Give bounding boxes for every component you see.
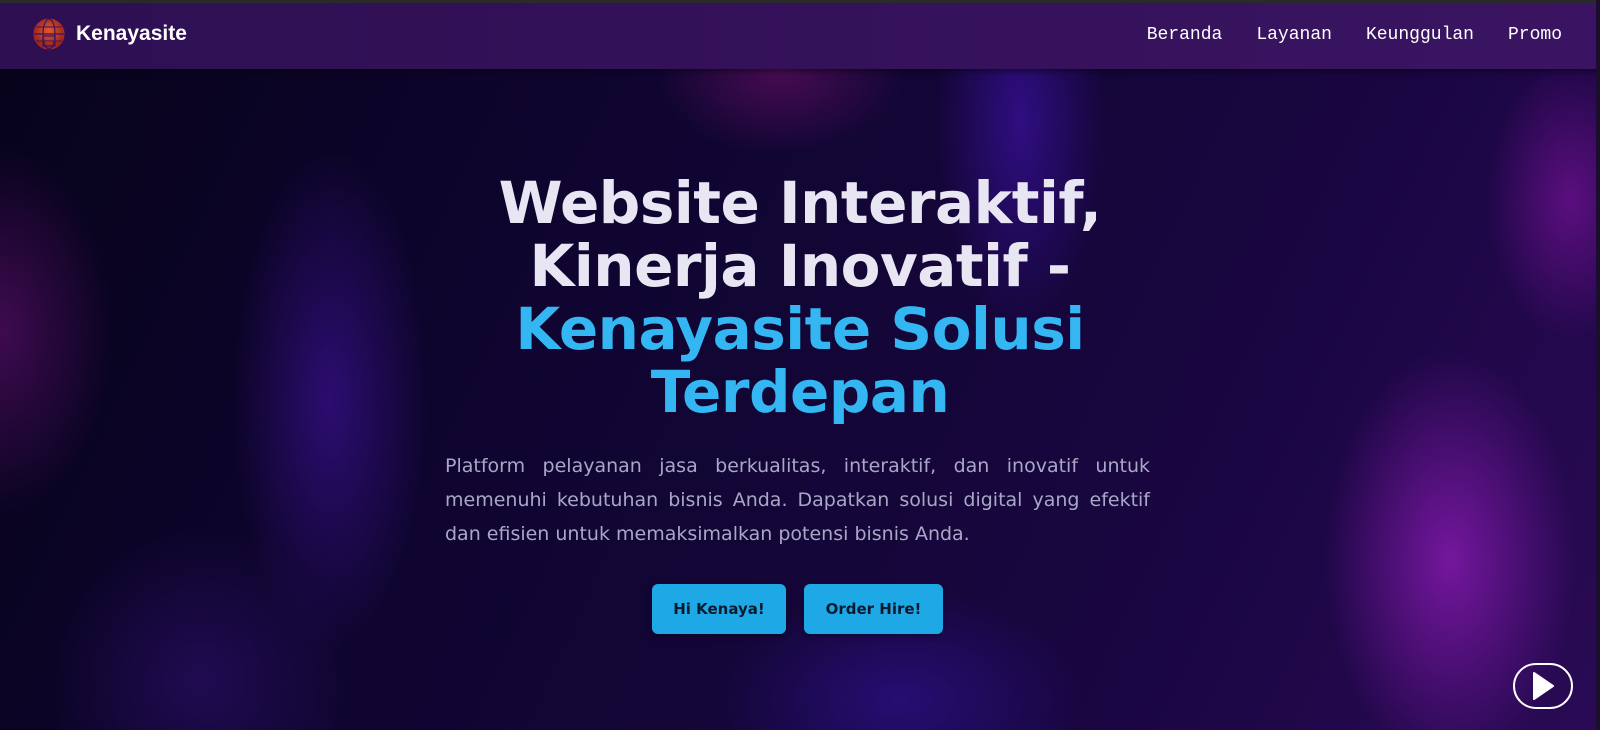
- nav-link-keunggulan[interactable]: Keunggulan: [1366, 25, 1474, 45]
- scrollbar[interactable]: [1596, 0, 1600, 730]
- brand[interactable]: Kenayasite: [32, 17, 187, 51]
- headline-line-1: Website Interaktif,: [498, 169, 1102, 237]
- nav-link-layanan[interactable]: Layanan: [1256, 25, 1332, 45]
- play-icon: [1533, 672, 1554, 700]
- nav-link-beranda[interactable]: Beranda: [1147, 25, 1223, 45]
- globe-logo-icon: [33, 18, 65, 50]
- page: Kenayasite Beranda Layanan Keunggulan Pr…: [0, 0, 1600, 730]
- brand-name: Kenayasite: [76, 22, 187, 45]
- nav-link-promo[interactable]: Promo: [1508, 25, 1562, 45]
- hero-description: Platform pelayanan jasa berkualitas, int…: [445, 455, 1150, 545]
- headline-accent-line-2: Terdepan: [650, 358, 950, 426]
- headline-line-2: Kinerja Inovatif -: [529, 232, 1071, 300]
- headline-accent-line-1: Kenayasite Solusi: [515, 295, 1085, 363]
- hi-kenaya-button[interactable]: Hi Kenaya!: [652, 584, 786, 634]
- navbar: Kenayasite Beranda Layanan Keunggulan Pr…: [0, 0, 1600, 69]
- hero-headline: Website Interaktif, Kinerja Inovatif - K…: [0, 172, 1600, 424]
- nav-links: Beranda Layanan Keunggulan Promo: [1113, 25, 1562, 45]
- play-button[interactable]: [1513, 663, 1573, 709]
- order-hire-button[interactable]: Order Hire!: [804, 584, 943, 634]
